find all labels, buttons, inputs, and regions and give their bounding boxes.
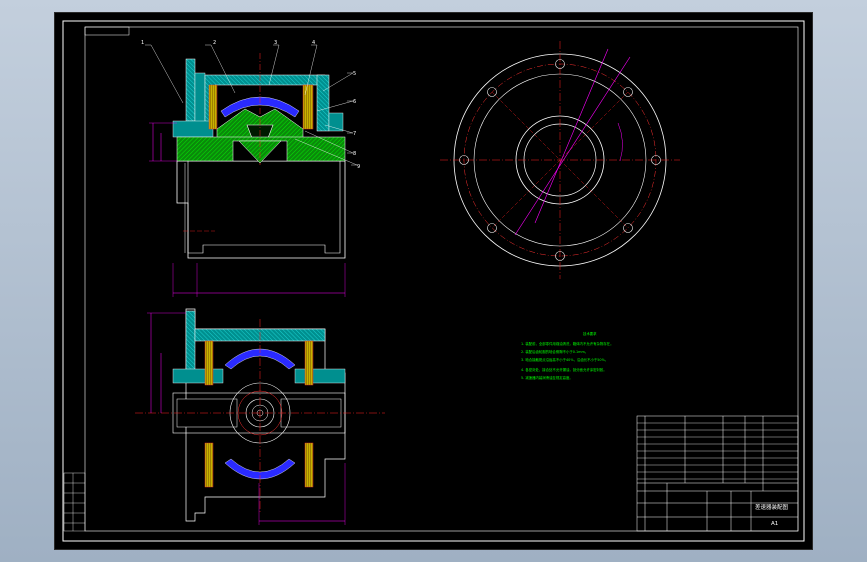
note-line-2: 2. 装配后齿轮副的啮合侧隙不小于0.1mm。: [521, 349, 588, 354]
bom-rows: [637, 422, 798, 480]
note-line-1: 1. 装配前，全部零件用煤油清洗，箱体内不允许有杂物存在。: [521, 341, 613, 346]
part-label-1: 1: [141, 40, 144, 46]
left-stamp: [63, 472, 86, 532]
notes-title: 技术要求: [583, 331, 597, 336]
sheet-border: [62, 20, 805, 542]
technical-notes: 技术要求 1. 装配前，全部零件用煤油清洗，箱体内不允许有杂物存在。 2. 装配…: [521, 331, 613, 380]
title-block: [636, 415, 799, 532]
drawing-canvas[interactable]: 1 2 3 4 5 6 7 8 9 技术要求 1. 装配前，全部零件用煤油清洗，…: [54, 12, 813, 550]
note-line-5: 5. 减速器内装润滑油至规定高度。: [521, 375, 573, 380]
corner-box: [84, 26, 130, 36]
top-section-view: [145, 44, 358, 297]
part-label-7: 7: [353, 131, 356, 137]
part-label-5: 5: [353, 71, 356, 77]
bottom-section-view: [135, 308, 385, 525]
cad-drawing: 1 2 3 4 5 6 7 8 9 技术要求 1. 装配前，全部零件用煤油清洗，…: [62, 20, 805, 542]
part-label-4: 4: [312, 40, 315, 46]
part-label-2: 2: [213, 40, 216, 46]
note-line-4: 4. 各密封处、接合处不允许漏油，剖分面允许涂密封胶。: [521, 367, 607, 372]
part-label-8: 8: [353, 151, 356, 157]
note-line-3: 3. 啮合接触斑点沿齿高不小于40%，沿齿长不小于50%。: [521, 357, 608, 362]
part-label-6: 6: [353, 99, 356, 105]
drawing-title: 差速器装配图: [755, 503, 789, 511]
part-label-3: 3: [274, 40, 277, 46]
sheet-size: A1: [771, 521, 778, 527]
flange-view: [440, 41, 680, 279]
part-label-9: 9: [357, 164, 360, 170]
